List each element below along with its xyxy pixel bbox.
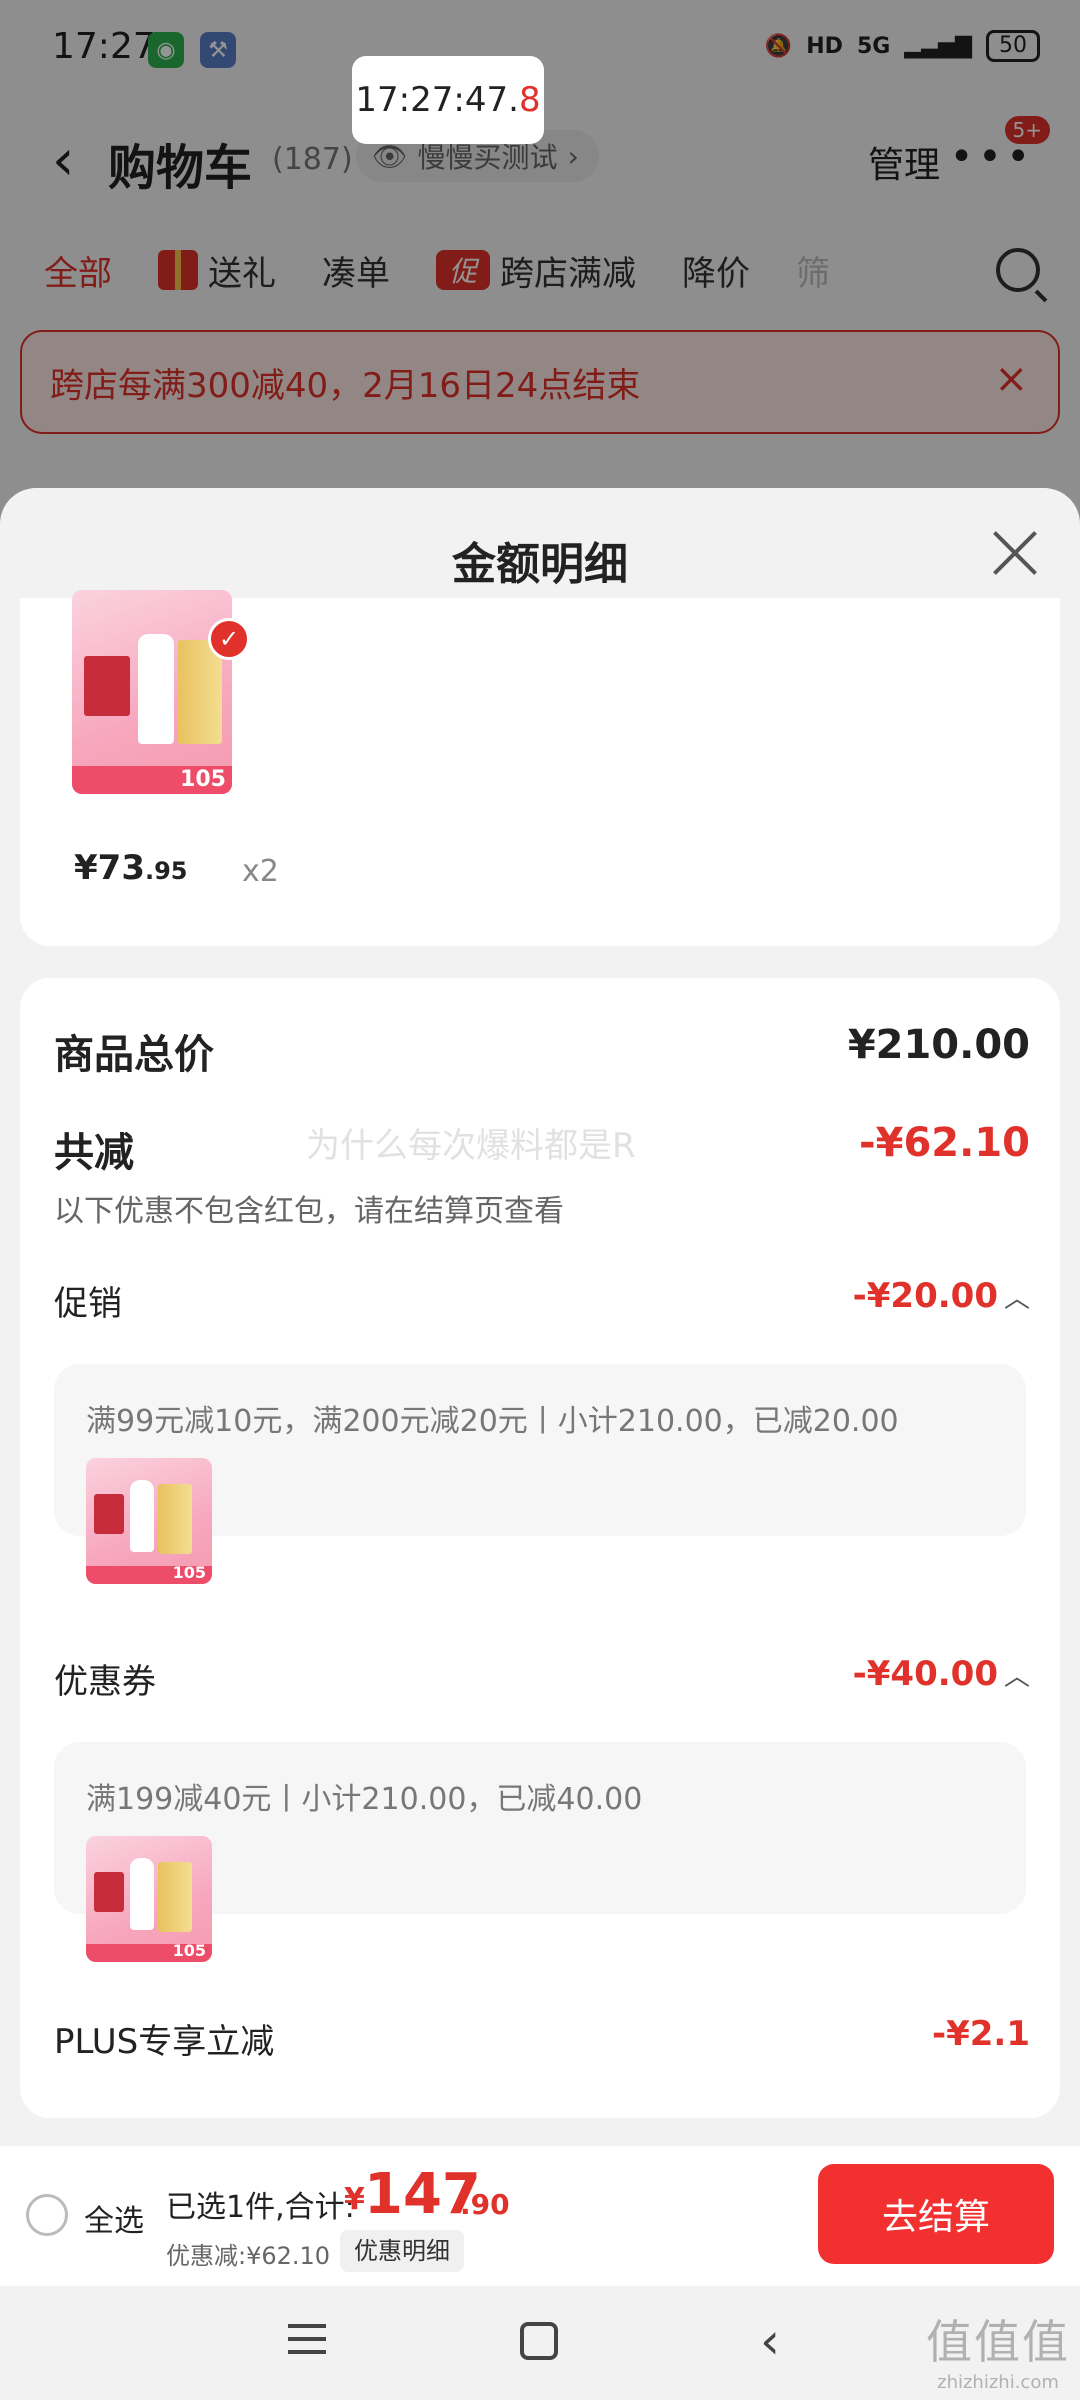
promo-detail-box: 满99元减10元，满200元减20元丨小计210.00，已减20.00 105	[54, 1364, 1026, 1584]
product-price: ¥73.95	[74, 848, 188, 888]
discount-detail-button[interactable]: 优惠明细	[340, 2230, 464, 2272]
clock-main: 17:27:47.	[355, 80, 519, 120]
clock-overlay: 17:27:47. 8	[352, 56, 544, 144]
product-thumb: 105	[86, 1836, 212, 1962]
home-icon[interactable]	[520, 2322, 558, 2360]
site-watermark-cn: 值值值	[926, 2315, 1070, 2369]
checkout-button[interactable]: 去结算	[818, 2164, 1054, 2264]
promo-toggle[interactable]: -¥20.00 ︿	[853, 1276, 1030, 1316]
chevron-up-icon: ︿	[1003, 1662, 1030, 1692]
total-label: 商品总价	[54, 1032, 214, 1078]
reduce-note: 以下优惠不包含红包，请在结算页查看	[54, 1194, 564, 1229]
product-qty: x2	[242, 854, 279, 889]
product-price-dec: .95	[144, 857, 188, 885]
thumb-tag-number: 105	[172, 1563, 206, 1582]
product-price-int: ¥73	[74, 848, 145, 888]
selected-count: 已选1件,合计:	[166, 2190, 355, 2225]
coupon-detail-text: 满199减40元丨小计210.00，已减40.00	[86, 1782, 643, 1817]
promo-label: 促销	[54, 1284, 122, 1324]
promo-detail-text: 满99元减10元，满200元减20元丨小计210.00，已减20.00	[86, 1404, 899, 1439]
total-value: ¥210.00	[847, 1022, 1030, 1068]
product-tag-number: 105	[180, 767, 226, 792]
watermark-text: 为什么每次爆料都是R	[306, 1126, 636, 1166]
check-icon: ✓	[208, 618, 250, 660]
thumb-tag-number: 105	[172, 1941, 206, 1960]
system-nav-bar: ‹ 值值值 zhizhizhi.com	[0, 2286, 1080, 2400]
plus-label: PLUS专享立减	[54, 2022, 275, 2062]
reduce-value: -¥62.10	[859, 1120, 1030, 1166]
close-icon[interactable]	[992, 530, 1038, 576]
discount-text: 优惠减:¥62.10	[166, 2242, 331, 2270]
menu-icon[interactable]	[288, 2324, 326, 2356]
back-icon[interactable]: ‹	[760, 2312, 780, 2370]
coupon-label: 优惠券	[54, 1662, 156, 1702]
clock-last-digit: 8	[518, 80, 541, 120]
amount-detail-sheet: 金额明细 105 ✓ ¥73.95 x2 商品总价 ¥210.00 共减 为什么…	[0, 488, 1080, 2400]
checkout-bar: 全选 已选1件,合计: ¥ 147 .90 优惠减:¥62.10 优惠明细 去结…	[0, 2146, 1080, 2286]
select-all-checkbox[interactable]	[26, 2194, 68, 2236]
reduce-label: 共减	[54, 1130, 134, 1176]
promo-value: -¥20.00	[852, 1276, 998, 1316]
plus-value: -¥2.1	[932, 2014, 1030, 2054]
coupon-value: -¥40.00	[852, 1654, 998, 1694]
summary-card: 商品总价 ¥210.00 共减 为什么每次爆料都是R -¥62.10 以下优惠不…	[20, 978, 1060, 2118]
sheet-title: 金额明细	[452, 539, 628, 590]
site-watermark-en: zhizhizhi.com	[937, 2372, 1059, 2393]
total-currency: ¥	[344, 2182, 365, 2217]
product-thumb: 105	[86, 1458, 212, 1584]
site-watermark: 值值值 zhizhizhi.com	[926, 2306, 1070, 2393]
product-card: 105 ✓ ¥73.95 x2	[20, 590, 1060, 946]
total-amount-dec: .90	[460, 2188, 510, 2221]
chevron-up-icon: ︿	[1003, 1284, 1030, 1314]
coupon-detail-box: 满199减40元丨小计210.00，已减40.00 105	[54, 1742, 1026, 1962]
coupon-toggle[interactable]: -¥40.00 ︿	[853, 1654, 1030, 1694]
product-image[interactable]: 105	[72, 590, 232, 794]
select-all-label[interactable]: 全选	[84, 2196, 144, 2240]
